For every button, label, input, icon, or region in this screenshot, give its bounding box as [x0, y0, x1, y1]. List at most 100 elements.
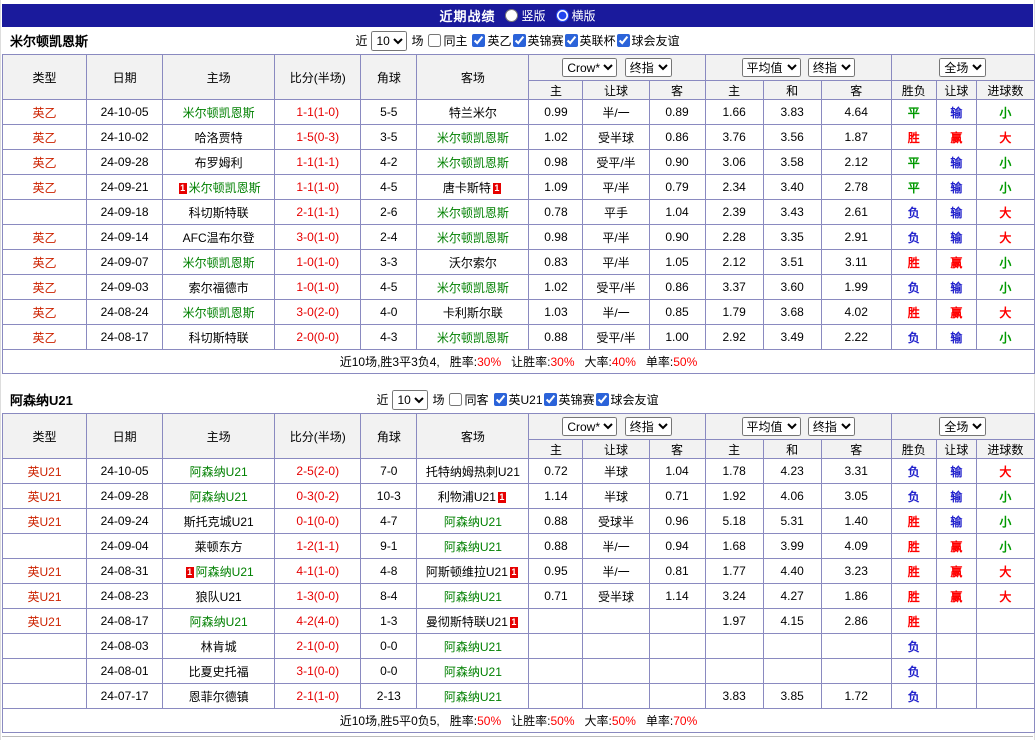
same-venue-checkbox[interactable] [449, 393, 462, 406]
cell-odds-home: 1.02 [529, 125, 583, 150]
layout-option-vertical[interactable]: 竖版 [505, 7, 545, 24]
filter-row: 米尔顿凯恩斯 近 10 场 同主 英乙英锦赛英联杯球会友谊 [2, 27, 1033, 54]
cell-result-outcome: 胜 [891, 509, 936, 534]
filter-controls: 近 10 场 同主 英乙英锦赛英联杯球会友谊 [355, 31, 679, 51]
cell-date: 24-09-24 [87, 509, 163, 534]
match-count-select[interactable]: 10 [371, 31, 407, 51]
cell-result-handicap: 输 [936, 459, 976, 484]
summary-stat: 大率:40% [585, 355, 636, 369]
cell-avg-away: 3.11 [821, 250, 891, 275]
cell-corners: 4-5 [361, 175, 417, 200]
cell-corners: 4-7 [361, 509, 417, 534]
cell-avg-draw: 4.15 [763, 609, 821, 634]
league-filter[interactable]: 球会友谊 [595, 391, 659, 408]
col-header-type: 类型 [3, 55, 87, 100]
cell-avg-draw: 3.68 [763, 300, 821, 325]
cell-odds-away [649, 659, 705, 684]
asian-odds-time-select[interactable]: 终指 [625, 58, 672, 77]
cell-odds-away: 1.04 [649, 459, 705, 484]
league-checkbox[interactable] [596, 393, 609, 406]
red-card-icon: 1 [510, 567, 518, 578]
summary-stat-label: 单率: [646, 714, 673, 728]
cell-avg-home: 2.12 [705, 250, 763, 275]
cell-away-team: 曼彻斯特联U211 [417, 609, 529, 634]
euro-odds-time-select[interactable]: 终指 [808, 417, 855, 436]
result-scope-select[interactable]: 全场 [939, 58, 986, 77]
cell-avg-home: 2.92 [705, 325, 763, 350]
cell-date: 24-08-03 [87, 634, 163, 659]
vertical-radio[interactable] [505, 9, 518, 22]
league-checkbox[interactable] [544, 393, 557, 406]
league-checkbox[interactable] [617, 34, 630, 47]
cell-away-team: 卡利斯尔联 [417, 300, 529, 325]
match-count-select[interactable]: 10 [392, 390, 428, 410]
cell-odds-home: 1.14 [529, 484, 583, 509]
cell-result-goals: 小 [976, 150, 1034, 175]
summary-row: 近10场,胜3平3负4,胜率:30%让胜率:30%大率:40%单率:50% [3, 350, 1035, 374]
match-row: 英U2124-08-23狼队U211-3(0-0)8-4阿森纳U210.71受半… [3, 584, 1035, 609]
cell-result-goals: 小 [976, 509, 1034, 534]
bookmaker-select[interactable]: Crow* [562, 58, 617, 77]
cell-result-outcome: 胜 [891, 300, 936, 325]
red-card-icon: 1 [498, 492, 506, 503]
cell-score: 4-2(4-0) [275, 609, 361, 634]
asian-odds-time-select[interactable]: 终指 [625, 417, 672, 436]
league-filter-label: 英锦赛 [528, 32, 564, 49]
cell-result-handicap: 输 [936, 509, 976, 534]
col-header-avg-away: 客 [821, 440, 891, 459]
cell-score: 1-5(0-3) [275, 125, 361, 150]
cell-corners: 0-0 [361, 634, 417, 659]
euro-odds-time-select[interactable]: 终指 [808, 58, 855, 77]
cell-league: 英乙 [3, 250, 87, 275]
match-row: 英乙24-09-03索尔福德市1-0(1-0)4-5米尔顿凯恩斯1.02受平/半… [3, 275, 1035, 300]
horizontal-radio[interactable] [556, 9, 569, 22]
team-name: 米尔顿凯恩斯 [437, 331, 509, 345]
bookmaker-select[interactable]: Crow* [562, 417, 617, 436]
red-card-icon: 1 [186, 567, 194, 578]
cell-result-goals: 大 [976, 200, 1034, 225]
col-header-odds-handicap: 让球 [583, 440, 649, 459]
league-checkbox[interactable] [494, 393, 507, 406]
cell-avg-draw: 3.99 [763, 534, 821, 559]
league-filter[interactable]: 英乙 [471, 32, 511, 49]
match-row: 英乙24-10-02哈洛贾特1-5(0-3)3-5米尔顿凯恩斯1.02受半球0.… [3, 125, 1035, 150]
match-row: 英U2124-09-28阿森纳U210-3(0-2)10-3利物浦U2111.1… [3, 484, 1035, 509]
cell-odds-handicap: 半/一 [583, 300, 649, 325]
match-row: 英乙24-10-05米尔顿凯恩斯1-1(1-0)5-5特兰米尔0.99半/一0.… [3, 100, 1035, 125]
cell-avg-home: 1.66 [705, 100, 763, 125]
league-filter[interactable]: 英联杯 [564, 32, 616, 49]
team-name: 科切斯特联 [189, 331, 249, 345]
league-checkbox[interactable] [472, 34, 485, 47]
same-venue-checkbox[interactable] [428, 34, 441, 47]
cell-avg-away: 2.91 [821, 225, 891, 250]
cell-odds-away: 0.89 [649, 100, 705, 125]
cell-odds-home: 0.88 [529, 509, 583, 534]
same-venue-filter[interactable]: 同主 [427, 32, 467, 49]
league-checkbox[interactable] [565, 34, 578, 47]
league-filter[interactable]: 英锦赛 [543, 391, 595, 408]
col-header-avg-away: 客 [821, 81, 891, 100]
team-name: 阿森纳U21 [444, 640, 502, 654]
cell-home-team: 阿森纳U21 [163, 459, 275, 484]
cell-home-team: 恩菲尔德镇 [163, 684, 275, 709]
cell-league: 英乙 [3, 125, 87, 150]
euro-odds-type-select[interactable]: 平均值 [742, 417, 801, 436]
cell-result-goals: 大 [976, 559, 1034, 584]
cell-result-goals: 大 [976, 125, 1034, 150]
euro-odds-type-select[interactable]: 平均值 [742, 58, 801, 77]
cell-league: 英U21 [3, 459, 87, 484]
league-checkbox[interactable] [513, 34, 526, 47]
team-name: 沃尔索尔 [449, 256, 497, 270]
col-header-date: 日期 [87, 55, 163, 100]
cell-date: 24-09-21 [87, 175, 163, 200]
same-venue-filter[interactable]: 同客 [448, 391, 488, 408]
result-scope-select[interactable]: 全场 [939, 417, 986, 436]
league-filter[interactable]: 球会友谊 [616, 32, 680, 49]
cell-away-team: 阿森纳U21 [417, 584, 529, 609]
match-row: 英U2124-08-17阿森纳U214-2(4-0)1-3曼彻斯特联U2111.… [3, 609, 1035, 634]
cell-result-outcome: 胜 [891, 250, 936, 275]
cell-odds-away: 0.85 [649, 300, 705, 325]
league-filter[interactable]: 英锦赛 [512, 32, 564, 49]
league-filter[interactable]: 英U21 [493, 391, 543, 408]
layout-option-horizontal[interactable]: 横版 [556, 7, 596, 24]
